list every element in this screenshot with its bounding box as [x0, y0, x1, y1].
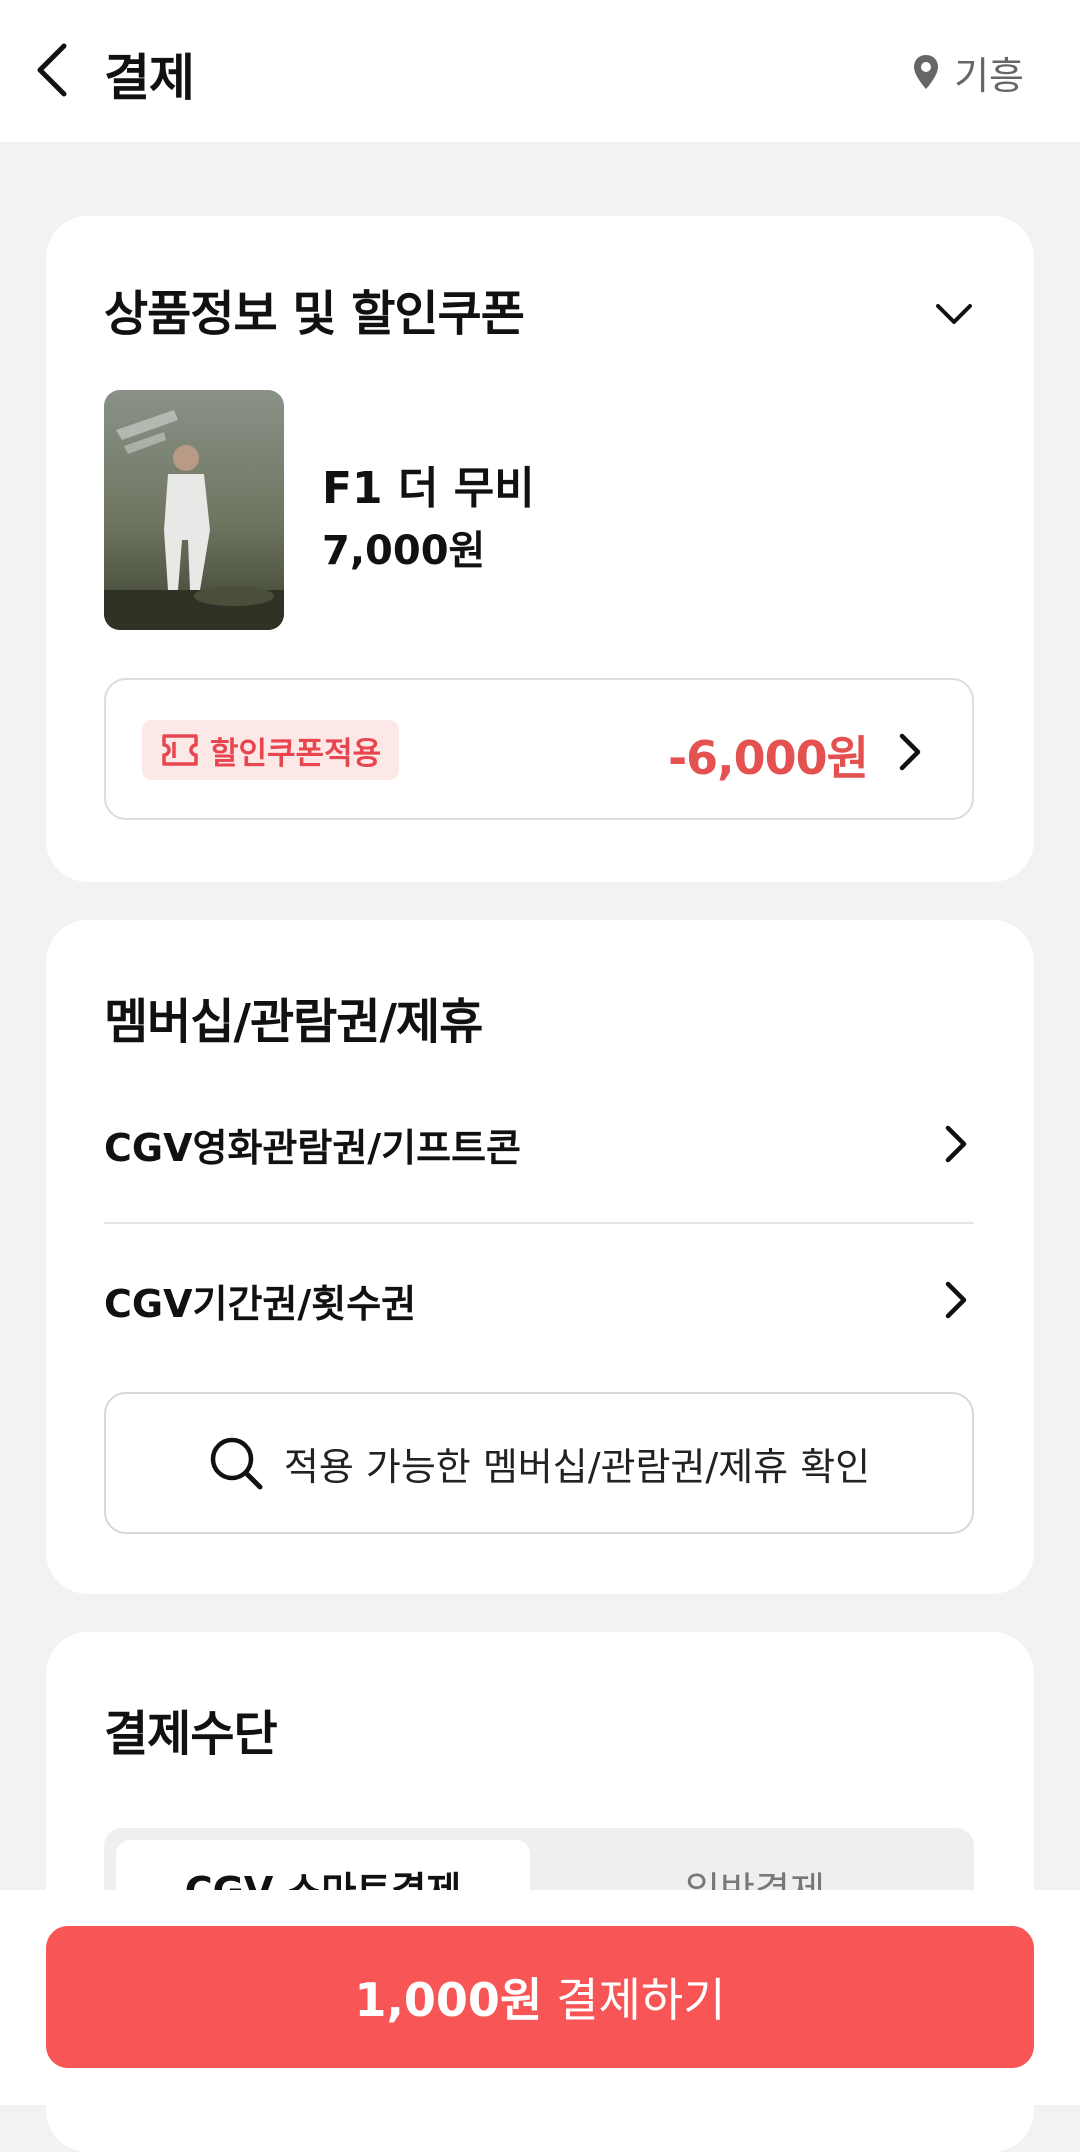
membership-item-label: CGV영화관람권/기프트콘 [104, 1125, 522, 1170]
pay-amount: 1,000원 [354, 1973, 543, 2027]
coupon-badge: 할인쿠폰적용 [142, 720, 400, 780]
page-title: 결제 [104, 49, 195, 107]
pay-action-label: 결제하기 [556, 1973, 726, 2027]
chevron-right-icon [899, 733, 921, 771]
location-selector[interactable]: 기흥 [912, 44, 1024, 100]
check-available-membership-button[interactable]: 적용 가능한 멤버십/관람권/제휴 확인 [104, 1392, 974, 1534]
coupon-label: 할인쿠폰적용 [210, 735, 382, 772]
check-button-label: 적용 가능한 멤버십/관람권/제휴 확인 [283, 1444, 871, 1489]
payment-section-title: 결제수단 [104, 1706, 278, 1762]
movie-title: F1 더 무비 [322, 463, 535, 514]
divider [104, 1222, 974, 1224]
chevron-down-icon[interactable] [932, 292, 976, 336]
back-arrow-icon[interactable] [30, 40, 80, 100]
chevron-right-icon [945, 1281, 967, 1319]
coupon-ticket-icon [162, 734, 198, 766]
membership-item-label: CGV기간권/횟수권 [104, 1281, 417, 1326]
search-icon [210, 1437, 263, 1490]
coupon-apply-row[interactable]: 할인쿠폰적용 -6,000원 [104, 678, 974, 820]
membership-item-gift-ticket[interactable]: CGV영화관람권/기프트콘 [104, 1084, 974, 1204]
location-label: 기흥 [954, 53, 1024, 98]
coupon-discount-amount: -6,000원 [668, 731, 869, 785]
location-pin-icon [914, 55, 939, 89]
chevron-right-icon [945, 1125, 967, 1163]
movie-poster-image [104, 390, 284, 630]
bottom-pay-bar: 1,000원 결제하기 [0, 1890, 1080, 2105]
product-coupon-card: 상품정보 및 할인쿠폰 F1 더 무비 7,000원 할인쿠폰적용 -6,000… [46, 216, 1034, 882]
membership-item-period-pass[interactable]: CGV기간권/횟수권 [104, 1240, 974, 1360]
membership-section-title: 멤버십/관람권/제휴 [104, 994, 483, 1050]
app-header: 결제 기흥 [0, 0, 1080, 142]
movie-price: 7,000원 [322, 528, 486, 574]
membership-card: 멤버십/관람권/제휴 CGV영화관람권/기프트콘 CGV기간권/횟수권 적용 가… [46, 920, 1034, 1594]
product-section-title: 상품정보 및 할인쿠폰 [104, 286, 525, 342]
pay-button[interactable]: 1,000원 결제하기 [46, 1926, 1034, 2068]
